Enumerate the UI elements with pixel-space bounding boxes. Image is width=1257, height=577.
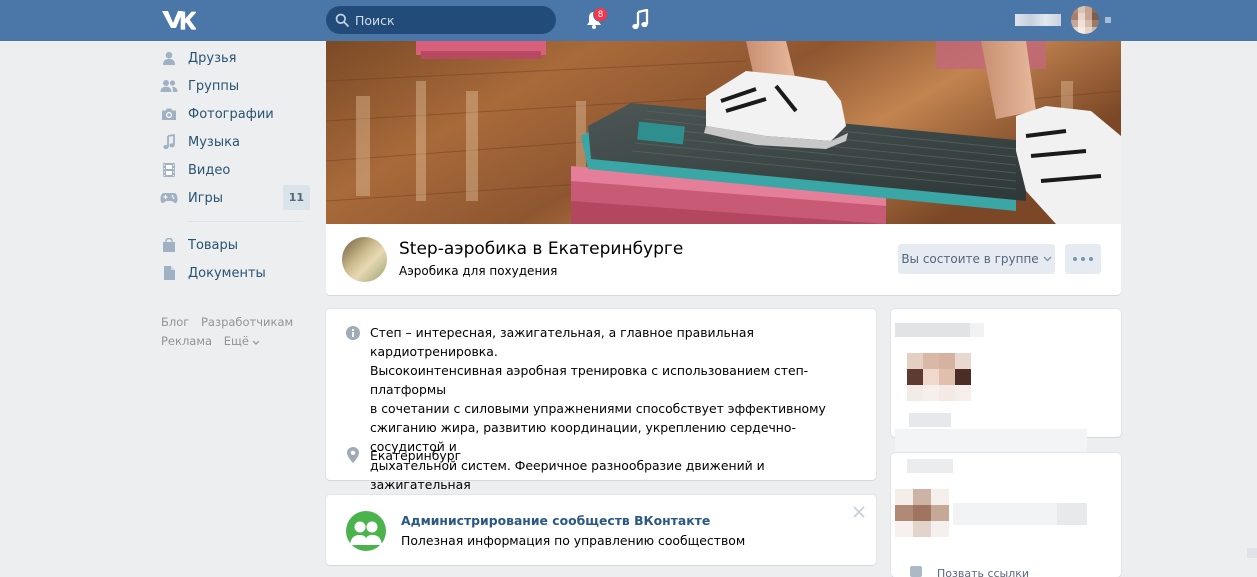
- sidebar-item-groups[interactable]: Группы: [160, 72, 310, 100]
- sidebar-item-label: Игры: [188, 190, 224, 206]
- sidebar-item-label: Группы: [188, 78, 240, 94]
- search-icon: [335, 13, 349, 27]
- user-name[interactable]: [1015, 14, 1061, 26]
- right-bottom-link[interactable]: Позвать ссылки: [937, 567, 1029, 577]
- sidebar-item-label: Видео: [188, 162, 231, 178]
- member-status-button[interactable]: Вы состоите в группе: [898, 244, 1055, 274]
- users-icon: [160, 77, 178, 95]
- sidebar-item-label: Фотографии: [188, 106, 274, 122]
- blurred-widget-title: [895, 323, 970, 337]
- cover-image: [326, 41, 1121, 224]
- footer-link-more[interactable]: Ещё: [224, 334, 260, 348]
- menu-divider: [188, 221, 303, 222]
- footer-link-developers[interactable]: Разработчикам: [201, 315, 293, 329]
- admin-tip-card: Администрирование сообществ ВКонтакте По…: [326, 495, 876, 565]
- group-header-card: Step-аэробика в Екатеринбурге Аэробика д…: [326, 41, 1121, 295]
- document-icon: [160, 264, 178, 282]
- shopping-bag-icon: [160, 236, 178, 254]
- user-icon: [160, 49, 178, 67]
- sidebar-item-games[interactable]: Игры 11: [160, 184, 310, 212]
- right-widget-contacts: [891, 309, 1121, 457]
- blurred-name: [909, 413, 951, 427]
- blurred-widget-title: [907, 459, 953, 473]
- group-title: Step-аэробика в Екатеринбурге: [399, 239, 684, 259]
- footer-link-ads[interactable]: Реклама: [161, 334, 212, 348]
- blurred-avatar: [895, 489, 949, 537]
- member-status-label: Вы состоите в группе: [901, 252, 1039, 266]
- group-avatar[interactable]: [342, 237, 387, 282]
- more-dot-icon: [1089, 257, 1093, 261]
- camera-icon: [160, 105, 178, 123]
- location-pin-icon: [347, 447, 359, 463]
- blurred-link-text: [953, 503, 1057, 525]
- chevron-down-icon: [252, 340, 260, 345]
- close-icon[interactable]: [852, 505, 866, 519]
- group-description: Степ – интересная, зажигательная, а глав…: [370, 325, 852, 511]
- sidebar-item-market[interactable]: Товары: [160, 231, 310, 259]
- blurred-avatar: [907, 353, 971, 401]
- blurred-link-text: [1057, 503, 1087, 525]
- chevron-down-icon: [1043, 256, 1052, 262]
- notifications-badge: 8: [593, 7, 608, 22]
- left-footer: Блог Разработчикам Реклама Ещё: [161, 313, 321, 351]
- footer-link-blog[interactable]: Блог: [161, 315, 189, 329]
- right-widget-links: [891, 453, 1121, 577]
- sidebar-item-label: Друзья: [188, 50, 237, 66]
- group-status: Аэробика для похудения: [399, 264, 558, 278]
- games-count-badge: 11: [282, 185, 310, 210]
- more-dot-icon: [1073, 257, 1077, 261]
- info-icon: [346, 326, 360, 340]
- admin-tip-title[interactable]: Администрирование сообществ ВКонтакте: [401, 513, 710, 528]
- group-location: Екатеринбург: [370, 448, 462, 463]
- sidebar-item-label: Музыка: [188, 134, 240, 150]
- sidebar-item-documents[interactable]: Документы: [160, 259, 310, 287]
- sidebar-item-label: Документы: [188, 265, 266, 281]
- chevron-down-icon[interactable]: [1105, 17, 1111, 23]
- admin-tip-subtitle: Полезная информация по управлению сообще…: [401, 533, 746, 548]
- sidebar-item-photos[interactable]: Фотографии: [160, 100, 310, 128]
- more-dot-icon: [1081, 257, 1085, 261]
- gamepad-icon: [160, 189, 178, 207]
- film-icon: [160, 161, 178, 179]
- sidebar-item-music[interactable]: Музыка: [160, 128, 310, 156]
- sidebar-item-friends[interactable]: Друзья: [160, 44, 310, 72]
- user-avatar[interactable]: [1071, 6, 1099, 34]
- music-note-icon: [160, 133, 178, 151]
- blurred-widget-title: [970, 323, 984, 337]
- left-menu: Друзья Группы Фотографии Музыка Видео Иг…: [160, 44, 310, 287]
- footer-more-label: Ещё: [223, 334, 249, 348]
- admin-community-avatar[interactable]: [346, 511, 386, 551]
- sidebar-item-video[interactable]: Видео: [160, 156, 310, 184]
- vk-logo-icon[interactable]: [160, 8, 196, 32]
- link-icon: [910, 566, 922, 577]
- group-info-card: Степ – интересная, зажигательная, а глав…: [326, 309, 876, 511]
- sidebar-item-label: Товары: [188, 237, 239, 253]
- search-input[interactable]: [355, 12, 545, 28]
- music-note-icon[interactable]: [630, 9, 650, 31]
- top-bar: 8: [0, 0, 1257, 41]
- more-actions-button[interactable]: [1065, 244, 1101, 274]
- search-box[interactable]: [326, 6, 556, 34]
- scrollbar-thumb[interactable]: [1247, 548, 1257, 558]
